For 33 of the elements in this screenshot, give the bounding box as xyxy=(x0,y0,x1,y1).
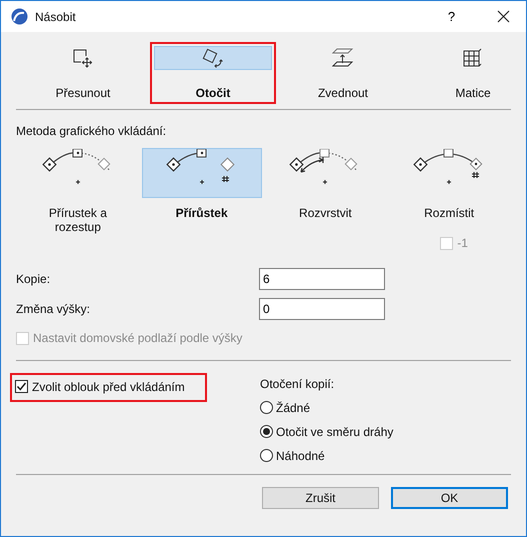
window-title: Násobit xyxy=(35,10,76,24)
input-field[interactable]: 0 xyxy=(259,298,385,320)
radio-button[interactable] xyxy=(260,449,273,462)
radio-option[interactable]: Žádné xyxy=(260,400,394,414)
grid-icon xyxy=(462,48,484,68)
app-logo-icon xyxy=(11,8,28,25)
group-label: Otočení kopií: xyxy=(260,376,336,390)
dialog-button[interactable]: OK xyxy=(391,486,508,508)
close-icon xyxy=(497,10,510,23)
dialog-button[interactable]: Zrušit xyxy=(262,486,379,508)
section-label: Metoda grafického vkládání: xyxy=(16,124,168,138)
method-label: Rozvrstvit xyxy=(298,206,353,220)
radio-button[interactable] xyxy=(260,401,273,414)
radio-option[interactable]: Otočit ve směru dráhy xyxy=(260,424,394,438)
tab[interactable]: Otočit xyxy=(150,42,276,104)
method-option[interactable] xyxy=(142,148,262,198)
move-icon xyxy=(72,48,94,68)
radio-option[interactable]: Náhodné xyxy=(260,448,394,462)
elevate-icon xyxy=(332,48,354,68)
field-label: Kopie: xyxy=(16,272,52,286)
input-field[interactable]: 6 xyxy=(259,268,385,290)
tab[interactable]: Zvednout xyxy=(280,42,406,104)
method-label: Přírůstek xyxy=(174,206,229,220)
rotate-icon xyxy=(202,48,224,68)
tab[interactable]: Matice xyxy=(410,42,526,104)
tab[interactable]: Přesunout xyxy=(20,42,146,104)
checkbox[interactable] xyxy=(15,380,28,393)
field-label: Změna výšky: xyxy=(16,302,92,316)
help-button[interactable]: ? xyxy=(429,1,474,32)
radio-button[interactable] xyxy=(260,425,273,438)
method-label: Rozmístit xyxy=(423,206,476,220)
checkbox-option[interactable]: Zvolit oblouk před vkládáním xyxy=(15,380,185,394)
method-label: Přírustek a rozestup xyxy=(48,206,108,234)
